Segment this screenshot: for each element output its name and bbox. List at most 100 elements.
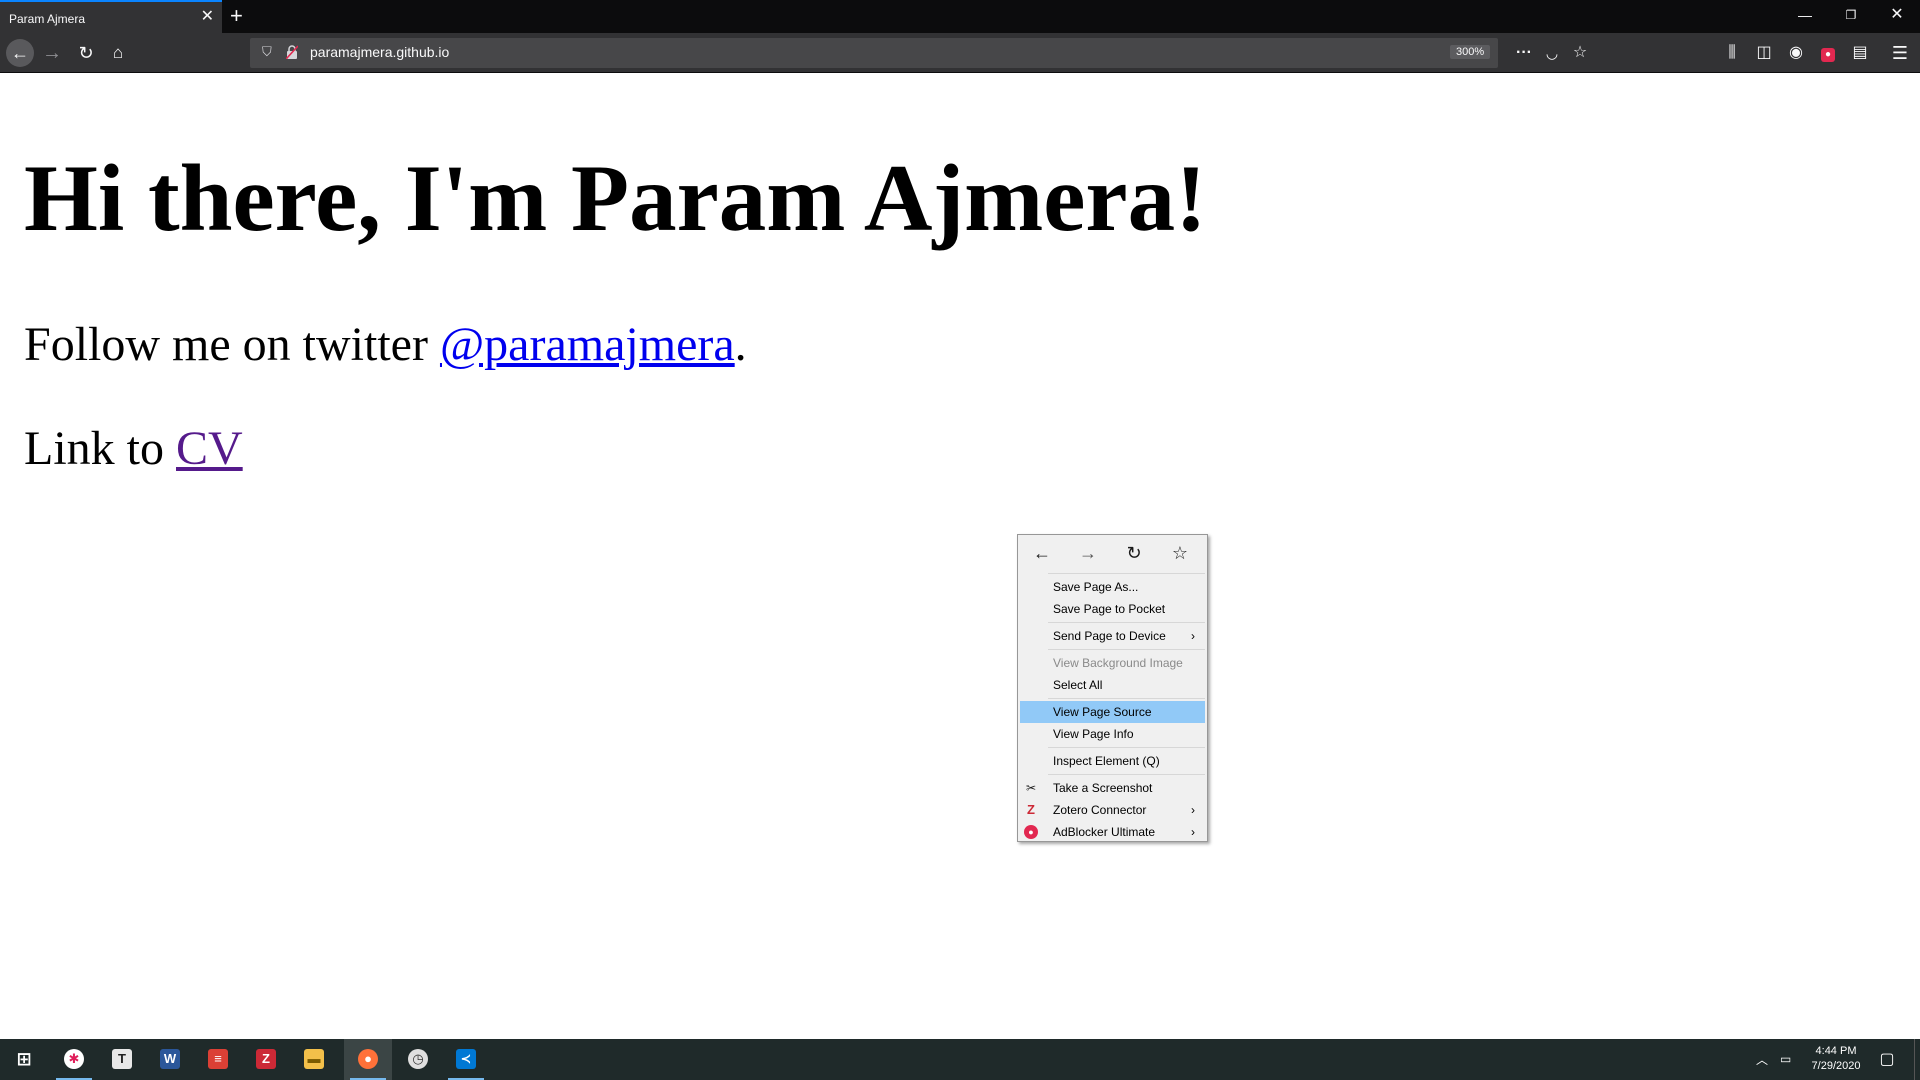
taskbar-clock-app[interactable]: ◷ <box>394 1039 442 1080</box>
library-icon[interactable]: ⫼ <box>1718 39 1746 67</box>
new-tab-icon[interactable]: + <box>230 2 243 30</box>
menu-item-view-page-source[interactable]: View Page Source <box>1020 701 1205 723</box>
taskbar-word[interactable]: W <box>146 1039 194 1080</box>
home-icon[interactable]: ⌂ <box>104 39 132 67</box>
hamburger-menu-icon[interactable]: ☰ <box>1886 39 1914 67</box>
battery-icon[interactable]: ▭ <box>1780 1052 1791 1066</box>
menu-item-label: AdBlocker Ultimate <box>1053 825 1156 839</box>
menu-item-label: Select All <box>1053 678 1103 692</box>
insecure-lock-icon[interactable] <box>286 45 298 59</box>
menu-item-zotero-connector[interactable]: Z Zotero Connector › <box>1020 799 1205 821</box>
chevron-right-icon: › <box>1191 825 1195 839</box>
zotero-icon: Z <box>1027 802 1035 817</box>
menu-item-save-to-pocket[interactable]: Save Page to Pocket <box>1020 598 1205 620</box>
restore-window-button[interactable]: ❐ <box>1828 0 1874 33</box>
clock-date: 7/29/2020 <box>1811 1060 1861 1072</box>
taskbar-vscode[interactable]: ≺ <box>442 1039 490 1080</box>
bookmark-star-icon[interactable]: ☆ <box>1568 42 1592 64</box>
adblocker-toolbar-icon[interactable]: ● <box>1814 39 1842 67</box>
menu-separator <box>1048 747 1205 748</box>
twitter-suffix: . <box>734 318 747 371</box>
tab-param-ajmera[interactable]: Param Ajmera ✕ <box>0 0 222 33</box>
vscode-icon: ≺ <box>456 1049 476 1069</box>
menu-item-send-to-device[interactable]: Send Page to Device › <box>1020 625 1205 647</box>
zotero-icon: Z <box>256 1049 276 1069</box>
context-menu: ← → ↻ ☆ Save Page As... Save Page to Poc… <box>1017 534 1208 842</box>
firefox-icon: ● <box>358 1049 378 1069</box>
taskbar-typora[interactable]: T <box>98 1039 146 1080</box>
context-reload-icon[interactable]: ↻ <box>1121 541 1147 565</box>
todoist-icon: ≡ <box>208 1049 228 1069</box>
tab-title: Param Ajmera <box>9 12 86 26</box>
context-menu-nav-row: ← → ↻ ☆ <box>1018 535 1207 571</box>
chevron-up-icon[interactable]: ︿ <box>1756 1051 1768 1068</box>
navigation-toolbar: ← → ↻ ⌂ ⛉ paramajmera.github.io 300% ···… <box>0 33 1920 73</box>
menu-item-view-page-info[interactable]: View Page Info <box>1020 723 1205 745</box>
menu-separator <box>1048 573 1205 574</box>
twitter-line: Follow me on twitter @paramajmera. <box>24 317 747 372</box>
taskbar-file-explorer[interactable]: ▬ <box>290 1039 338 1080</box>
menu-item-label: View Page Source <box>1053 705 1152 719</box>
start-button[interactable]: ⊞ <box>0 1039 48 1080</box>
menu-item-label: Zotero Connector <box>1053 803 1147 817</box>
context-bookmark-star-icon[interactable]: ☆ <box>1167 541 1193 565</box>
taskbar-todoist[interactable]: ≡ <box>194 1039 242 1080</box>
menu-item-label: View Page Info <box>1053 727 1134 741</box>
chevron-right-icon: › <box>1191 629 1195 643</box>
reload-icon[interactable]: ↻ <box>72 39 100 67</box>
zoom-level-badge[interactable]: 300% <box>1450 45 1491 59</box>
page-content: Hi there, I'm Param Ajmera! Follow me on… <box>0 73 1920 1039</box>
minimize-window-button[interactable]: — <box>1782 0 1828 33</box>
menu-item-inspect-element[interactable]: Inspect Element (Q) <box>1020 750 1205 772</box>
slack-icon: ✱ <box>64 1049 84 1069</box>
url-text: paramajmera.github.io <box>310 44 450 60</box>
clock-time: 4:44 PM <box>1815 1045 1857 1057</box>
scissors-icon: ✂ <box>1025 781 1037 795</box>
url-bar[interactable]: ⛉ paramajmera.github.io 300% ··· ◡ ☆ <box>250 38 1587 68</box>
context-forward-icon[interactable]: → <box>1075 541 1101 565</box>
adblocker-icon: ● <box>1024 825 1038 839</box>
menu-item-label: View Background Image <box>1053 656 1183 670</box>
menu-item-view-background-image: View Background Image <box>1020 652 1205 674</box>
menu-separator <box>1048 774 1205 775</box>
forward-arrow-icon[interactable]: → <box>38 39 66 67</box>
folder-icon: ▬ <box>304 1049 324 1069</box>
menu-item-save-page-as[interactable]: Save Page As... <box>1020 576 1205 598</box>
menu-item-label: Save Page As... <box>1053 580 1139 594</box>
taskbar-firefox[interactable]: ● <box>344 1039 392 1080</box>
tab-strip: Param Ajmera ✕ + — ❐ ✕ <box>0 0 1920 33</box>
clock-icon: ◷ <box>408 1049 428 1069</box>
pocket-icon[interactable]: ◡ <box>1540 42 1564 64</box>
cv-link[interactable]: CV <box>176 422 243 475</box>
menu-item-label: Send Page to Device <box>1053 629 1166 643</box>
menu-item-label: Inspect Element (Q) <box>1053 754 1160 768</box>
tracking-shield-icon[interactable]: ⛉ <box>262 44 272 60</box>
cv-line: Link to CV <box>24 421 243 476</box>
menu-separator <box>1048 698 1205 699</box>
close-tab-icon[interactable]: ✕ <box>201 8 214 26</box>
menu-item-take-screenshot[interactable]: ✂ Take a Screenshot <box>1020 777 1205 799</box>
twitter-link[interactable]: @paramajmera <box>440 318 735 371</box>
windows-icon: ⊞ <box>16 1049 32 1069</box>
taskbar-slack[interactable]: ✱ <box>50 1039 98 1080</box>
menu-item-label: Take a Screenshot <box>1053 781 1153 795</box>
menu-separator <box>1048 622 1205 623</box>
document-icon[interactable]: ▤ <box>1846 39 1874 67</box>
chevron-right-icon: › <box>1191 803 1195 817</box>
system-clock[interactable]: 4:44 PM 7/29/2020 <box>1800 1044 1872 1074</box>
show-desktop-button[interactable] <box>1914 1039 1920 1080</box>
menu-item-select-all[interactable]: Select All <box>1020 674 1205 696</box>
page-heading: Hi there, I'm Param Ajmera! <box>24 145 1207 251</box>
cv-prefix: Link to <box>24 422 176 475</box>
context-back-icon[interactable]: ← <box>1029 541 1055 565</box>
account-icon[interactable]: ◉ <box>1782 39 1810 67</box>
menu-item-adblocker-ultimate[interactable]: ● AdBlocker Ultimate › <box>1020 821 1205 843</box>
taskbar-zotero[interactable]: Z <box>242 1039 290 1080</box>
page-actions-icon[interactable]: ··· <box>1512 42 1536 64</box>
notification-icon[interactable]: ▢ <box>1872 1049 1902 1071</box>
close-window-button[interactable]: ✕ <box>1874 0 1920 33</box>
sidebar-icon[interactable]: ◫ <box>1750 39 1778 67</box>
windows-taskbar: ⊞ ✱ T W ≡ Z ▬ ● ◷ ≺ ︿ ▭ 4:44 PM 7/29/202… <box>0 1039 1920 1080</box>
menu-item-label: Save Page to Pocket <box>1053 602 1166 616</box>
back-arrow-icon[interactable]: ← <box>6 39 34 67</box>
